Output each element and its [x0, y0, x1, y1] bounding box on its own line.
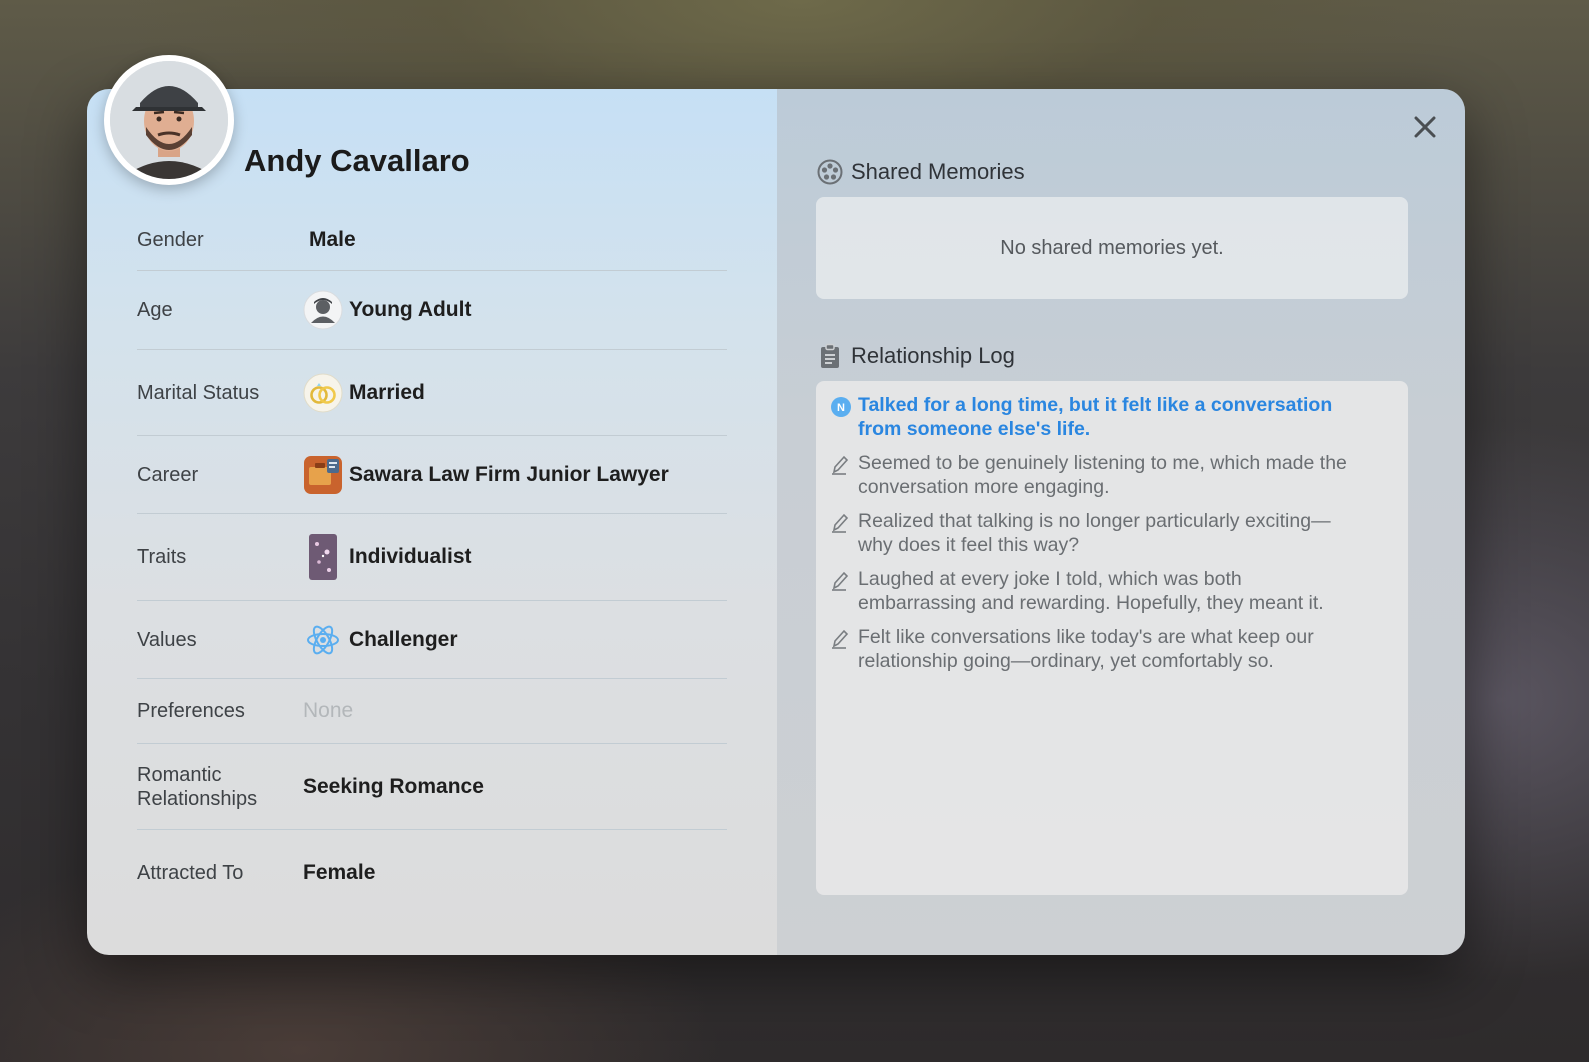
person-portrait-icon	[110, 61, 228, 179]
pen-icon	[830, 625, 858, 655]
detail-value: Young Adult	[303, 290, 471, 330]
detail-value: Individualist	[303, 534, 472, 580]
rings-icon	[303, 373, 343, 413]
log-entry: N Talked for a long time, but it felt li…	[830, 393, 1394, 441]
detail-label: Romantic Relationships	[137, 763, 258, 810]
detail-value: Female	[303, 861, 375, 885]
film-reel-icon	[817, 159, 843, 185]
detail-label: Attracted To	[137, 862, 244, 884]
profile-modal: Gender Male Age Young Adult Marital Stat…	[87, 89, 1465, 955]
profile-details-panel: Gender Male Age Young Adult Marital Stat…	[87, 89, 777, 955]
detail-row-traits: Traits Individualist	[137, 514, 727, 601]
detail-value: Challenger	[303, 620, 458, 660]
detail-row-gender: Gender Male	[137, 209, 727, 271]
marital-status-value: Married	[349, 380, 425, 404]
log-entry-text: Talked for a long time, but it felt like…	[858, 394, 1333, 440]
young-adult-icon	[303, 290, 343, 330]
age-value: Young Adult	[349, 298, 472, 321]
detail-label: Career	[137, 463, 199, 486]
log-entry: Seemed to be genuinely listening to me, …	[830, 451, 1394, 499]
log-entry: Realized that talking is no longer parti…	[830, 509, 1394, 557]
log-entry: Laughed at every joke I told, which was …	[830, 567, 1394, 615]
pen-icon	[830, 509, 858, 539]
detail-label: Marital Status	[137, 381, 260, 404]
detail-value: Married	[303, 373, 425, 413]
details-list: Gender Male Age Young Adult Marital Stat…	[137, 209, 727, 916]
profile-name: Andy Cavallaro	[244, 143, 470, 178]
traits-value: Individualist	[349, 545, 472, 568]
log-entry-text: Realized that talking is no longer parti…	[858, 510, 1331, 556]
shared-memories-header: Shared Memories	[817, 159, 1025, 185]
atom-icon	[303, 620, 343, 660]
shared-memories-title: Shared Memories	[851, 159, 1025, 184]
detail-value: None	[303, 699, 353, 723]
detail-row-attracted-to: Attracted To Female	[137, 830, 727, 916]
detail-value: Seeking Romance	[303, 775, 484, 799]
log-entry-text: Laughed at every joke I told, which was …	[858, 568, 1324, 614]
log-entry-text: Felt like conversations like today's are…	[858, 626, 1314, 672]
gender-value: Male	[309, 227, 356, 251]
attracted-to-value: Female	[303, 861, 376, 884]
detail-row-romantic-relationships: Romantic Relationships Seeking Romance	[137, 744, 727, 830]
preferences-value: None	[303, 699, 354, 722]
detail-label: Age	[137, 299, 173, 321]
detail-row-preferences: Preferences None	[137, 679, 727, 744]
relationship-log-list: N Talked for a long time, but it felt li…	[816, 381, 1408, 895]
shared-memories-box: No shared memories yet.	[816, 197, 1408, 299]
trait-card-icon	[303, 534, 343, 580]
relationship-log-header: Relationship Log	[817, 343, 1015, 369]
avatar	[104, 55, 234, 185]
svg-text:N: N	[837, 402, 845, 414]
log-entry: Felt like conversations like today's are…	[830, 625, 1394, 673]
detail-label: Preferences	[137, 700, 245, 722]
values-value: Challenger	[349, 627, 458, 651]
detail-value: Male	[303, 228, 356, 252]
close-icon	[1414, 116, 1436, 138]
detail-value: Sawara Law Firm Junior Lawyer	[303, 455, 669, 495]
pen-icon	[830, 567, 858, 597]
detail-row-career: Career Sawara Law Firm Junior Lawyer	[137, 436, 727, 514]
avatar-image	[110, 61, 228, 179]
shared-memories-empty-text: No shared memories yet.	[1000, 236, 1224, 259]
career-value: Sawara Law Firm Junior Lawyer	[349, 462, 669, 486]
detail-row-marital-status: Marital Status Married	[137, 350, 727, 436]
relationship-log-title: Relationship Log	[851, 343, 1015, 368]
clipboard-icon	[821, 343, 839, 368]
detail-label: Traits	[137, 546, 187, 568]
detail-row-values: Values Challenger	[137, 601, 727, 679]
log-entry-text: Seemed to be genuinely listening to me, …	[858, 452, 1347, 498]
romantic-relationships-value: Seeking Romance	[303, 774, 484, 798]
pen-icon	[830, 451, 858, 481]
new-badge-icon: N	[830, 393, 858, 423]
briefcase-icon	[303, 455, 343, 495]
relationship-panel: Shared Memories No shared memories yet. …	[777, 89, 1465, 955]
close-button[interactable]	[1411, 113, 1439, 141]
detail-label: Gender	[137, 228, 204, 251]
detail-row-age: Age Young Adult	[137, 271, 727, 350]
detail-label: Values	[137, 628, 197, 651]
